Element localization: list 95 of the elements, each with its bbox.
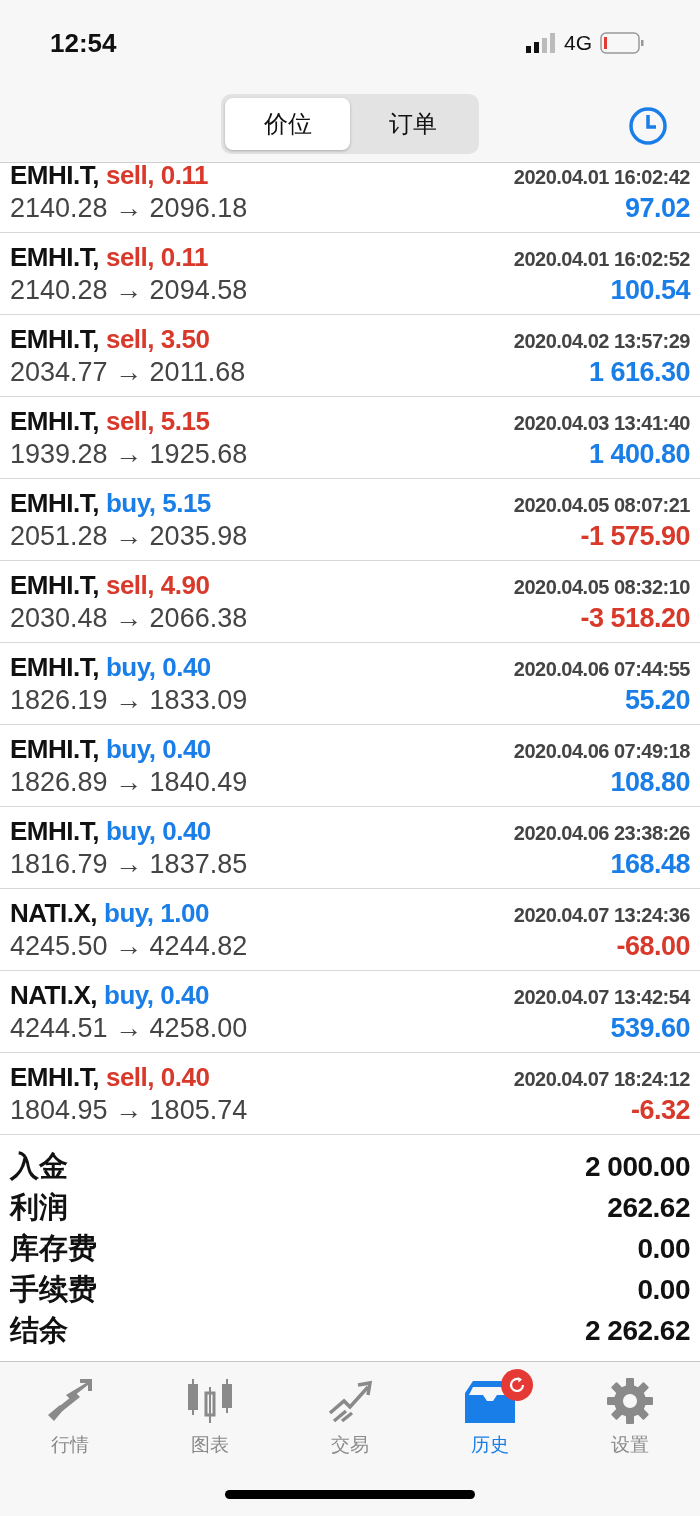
profit-value: 108.80	[610, 766, 690, 798]
profit-value: 55.20	[624, 684, 690, 716]
trade-time: 2020.04.01 16:02:42	[513, 165, 690, 189]
trend-arrow-icon	[326, 1379, 374, 1423]
trade-time: 2020.04.05 08:07:21	[513, 493, 690, 517]
order-label: buy, 0.40	[104, 979, 209, 1011]
summary-value: 0.00	[637, 1232, 690, 1265]
symbol-label: EMHI.T,	[10, 163, 99, 191]
trade-time: 2020.04.07 13:42:54	[513, 985, 690, 1009]
profit-value: 539.60	[610, 1012, 690, 1044]
summary-label: 入金	[10, 1148, 68, 1184]
trade-row[interactable]: EMHI.T, buy, 0.40 2020.04.06 07:44:55 1826.19 → 1833.09 55.20	[0, 643, 700, 725]
trade-row[interactable]: EMHI.T, buy, 0.40 2020.04.06 07:49:18 1826.89 → 1840.49 108.80	[0, 725, 700, 807]
order-label: buy, 0.40	[105, 733, 211, 765]
trade-row[interactable]: EMHI.T, sell, 0.40 2020.04.07 18:24:12 1804.95 → 1805.74 -6.32	[0, 1053, 700, 1135]
summary-label: 利润	[10, 1189, 68, 1225]
trade-row[interactable]: EMHI.T, sell, 4.90 2020.04.05 08:32:10 2030.48 → 2066.38 -3 518.20	[0, 561, 700, 643]
order-label: buy, 0.40	[105, 815, 211, 847]
symbol-label: EMHI.T,	[10, 323, 99, 355]
summary-label: 结余	[10, 1312, 68, 1348]
price-change: 2051.28 → 2035.98	[10, 520, 248, 552]
trade-time: 2020.04.07 18:24:12	[513, 1067, 690, 1091]
price-change: 4244.51 → 4258.00	[10, 1012, 248, 1044]
profit-value: 1 616.30	[588, 356, 690, 388]
price-change: 2030.48 → 2066.38	[10, 602, 248, 634]
candlestick-icon	[186, 1377, 234, 1425]
symbol-label: EMHI.T,	[10, 1061, 99, 1093]
trade-time: 2020.04.05 08:32:10	[513, 575, 690, 599]
symbol-label: EMHI.T,	[10, 241, 99, 273]
symbol-label: EMHI.T,	[10, 651, 99, 683]
inbox-icon	[465, 1379, 515, 1423]
settings-icon	[606, 1377, 654, 1425]
trade-time: 2020.04.01 16:02:52	[513, 247, 690, 271]
symbol-label: NATI.X,	[10, 897, 98, 929]
symbol-label: NATI.X,	[10, 979, 98, 1011]
summary-value: 262.62	[607, 1191, 690, 1224]
price-change: 2140.28 → 2096.18	[10, 192, 248, 224]
summary-value: 2 262.62	[585, 1314, 690, 1347]
order-label: sell, 0.11	[105, 241, 208, 273]
profit-value: 1 400.80	[588, 438, 690, 470]
price-change: 1816.79 → 1837.85	[10, 848, 248, 880]
profit-value: -6.32	[630, 1094, 690, 1126]
tab-bar-item[interactable]: 历史	[420, 1362, 560, 1472]
price-change: 2034.77 → 2011.68	[10, 356, 246, 388]
network-label: 4G	[564, 31, 592, 55]
profit-value: -68.00	[616, 930, 690, 962]
status-time: 12:54	[50, 27, 117, 59]
trade-row[interactable]: EMHI.T, sell, 0.11 2020.04.01 16:02:42 2140.28 → 2096.18 97.02	[0, 163, 700, 233]
symbol-label: EMHI.T,	[10, 569, 99, 601]
segment-tab[interactable]: 订单	[350, 98, 475, 150]
order-label: sell, 0.40	[105, 1061, 210, 1093]
trade-time: 2020.04.02 13:57:29	[513, 329, 690, 353]
order-label: buy, 1.00	[104, 897, 209, 929]
trade-row[interactable]: EMHI.T, sell, 5.15 2020.04.03 13:41:40 1939.28 → 1925.68 1 400.80	[0, 397, 700, 479]
symbol-label: EMHI.T,	[10, 405, 99, 437]
trade-time: 2020.04.06 23:38:26	[513, 821, 690, 845]
trade-row[interactable]: EMHI.T, sell, 0.11 2020.04.01 16:02:52 2140.28 → 2094.58 100.54	[0, 233, 700, 315]
trade-time: 2020.04.06 07:49:18	[513, 739, 690, 763]
profit-value: -1 575.90	[580, 520, 690, 552]
order-label: buy, 0.40	[105, 651, 211, 683]
summary-label: 库存费	[10, 1230, 97, 1266]
order-label: sell, 4.90	[105, 569, 210, 601]
clock-icon[interactable]	[628, 106, 668, 146]
order-label: sell, 3.50	[105, 323, 210, 355]
trade-row[interactable]: NATI.X, buy, 0.40 2020.04.07 13:42:54 4244.51 → 4258.00 539.60	[0, 971, 700, 1053]
arrows-icon	[46, 1379, 94, 1423]
symbol-label: EMHI.T,	[10, 815, 99, 847]
trade-time: 2020.04.07 13:24:36	[513, 903, 690, 927]
trade-time: 2020.04.03 13:41:40	[513, 411, 690, 435]
summary-label: 手续费	[10, 1271, 97, 1307]
price-change: 4245.50 → 4244.82	[10, 930, 248, 962]
price-change: 2140.28 → 2094.58	[10, 274, 248, 306]
symbol-label: EMHI.T,	[10, 733, 99, 765]
profit-value: 100.54	[610, 274, 690, 306]
price-change: 1939.28 → 1925.68	[10, 438, 248, 470]
signal-icon	[526, 33, 556, 53]
trade-row[interactable]: EMHI.T, buy, 5.15 2020.04.05 08:07:21 2051.28 → 2035.98 -1 575.90	[0, 479, 700, 561]
trade-row[interactable]: NATI.X, buy, 1.00 2020.04.07 13:24:36 4245.50 → 4244.82 -68.00	[0, 889, 700, 971]
profit-value: 168.48	[610, 848, 690, 880]
order-label: buy, 5.15	[105, 487, 211, 519]
profit-value: -3 518.20	[580, 602, 690, 634]
trade-time: 2020.04.06 07:44:55	[513, 657, 690, 681]
order-label: sell, 0.11	[105, 163, 208, 191]
symbol-label: EMHI.T,	[10, 487, 99, 519]
price-change: 1826.89 → 1840.49	[10, 766, 248, 798]
summary-value: 0.00	[637, 1273, 690, 1306]
profit-value: 97.02	[624, 192, 690, 224]
trade-row[interactable]: EMHI.T, buy, 0.40 2020.04.06 23:38:26 1816.79 → 1837.85 168.48	[0, 807, 700, 889]
price-change: 1804.95 → 1805.74	[10, 1094, 248, 1126]
battery-icon	[600, 32, 644, 54]
price-change: 1826.19 → 1833.09	[10, 684, 248, 716]
summary-value: 2 000.00	[585, 1150, 690, 1183]
order-label: sell, 5.15	[105, 405, 210, 437]
trade-row[interactable]: EMHI.T, sell, 3.50 2020.04.02 13:57:29 2034.77 → 2011.68 1 616.30	[0, 315, 700, 397]
segment-tab[interactable]: 价位	[225, 98, 350, 150]
